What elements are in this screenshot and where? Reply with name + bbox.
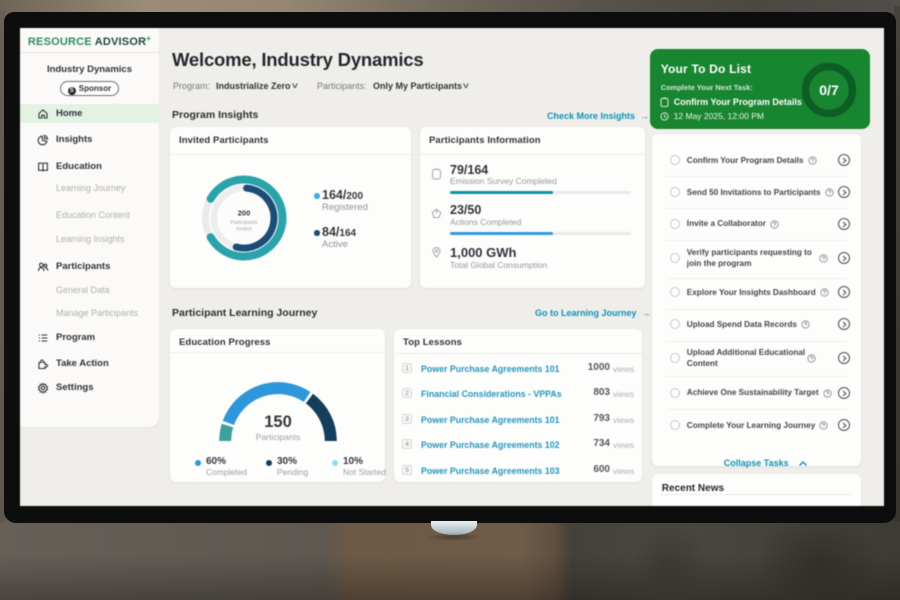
svg-text:200: 200 xyxy=(238,209,251,218)
svg-text:0/7: 0/7 xyxy=(819,82,839,98)
svg-text:Participants: Participants xyxy=(230,220,258,226)
svg-text:Invited: Invited xyxy=(236,227,251,233)
svg-text:Participants: Participants xyxy=(256,432,300,442)
svg-text:150: 150 xyxy=(264,413,292,431)
